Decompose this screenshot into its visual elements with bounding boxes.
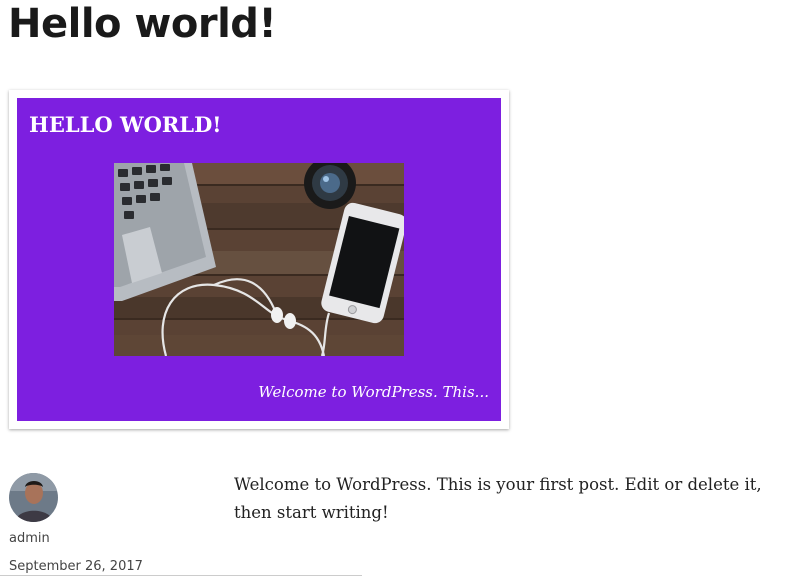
author-name[interactable]: admin <box>9 531 50 546</box>
featured-image-banner: HELLO WORLD! Welcome to WordPress. This.… <box>17 98 501 421</box>
post-page: Hello world! HELLO WORLD! Welcome to Wor… <box>0 0 794 576</box>
featured-image-heading: HELLO WORLD! <box>29 112 222 137</box>
post-title: Hello world! <box>8 1 277 47</box>
desk-photo <box>114 163 404 356</box>
featured-image-card[interactable]: HELLO WORLD! Welcome to WordPress. This.… <box>9 90 509 429</box>
post-content: Welcome to WordPress. This is your first… <box>234 475 762 522</box>
author-avatar[interactable] <box>9 473 58 522</box>
featured-image-excerpt: Welcome to WordPress. This... <box>258 383 489 401</box>
post-date[interactable]: September 26, 2017 <box>9 559 143 574</box>
